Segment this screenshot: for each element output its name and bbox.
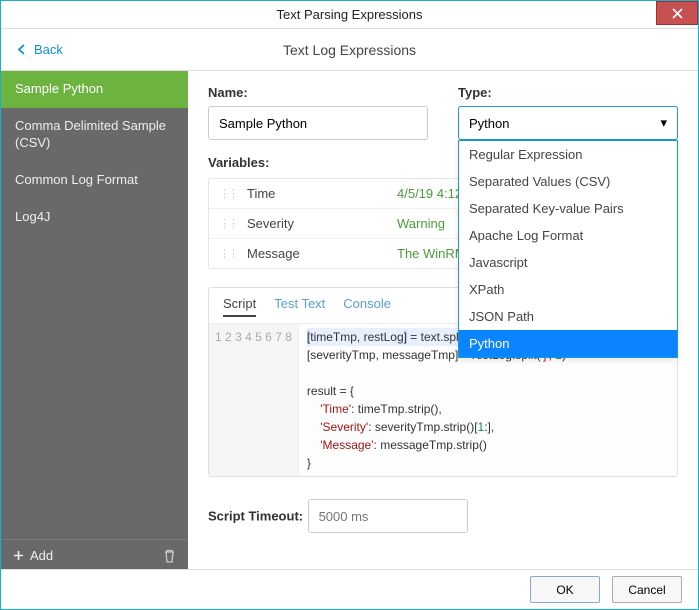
type-option-python[interactable]: Python bbox=[459, 330, 677, 357]
drag-handle-icon[interactable]: ⋮⋮ bbox=[219, 187, 237, 200]
drag-handle-icon[interactable]: ⋮⋮ bbox=[219, 217, 237, 230]
close-button[interactable] bbox=[656, 1, 698, 25]
back-arrow-icon bbox=[17, 44, 28, 55]
back-link[interactable]: Back bbox=[17, 42, 63, 57]
sub-header: Back Text Log Expressions bbox=[1, 29, 698, 71]
name-field-group: Name: bbox=[208, 85, 428, 140]
code-gutter: 1 2 3 4 5 6 7 8 bbox=[209, 324, 299, 476]
tab-console[interactable]: Console bbox=[343, 296, 391, 317]
name-label: Name: bbox=[208, 85, 428, 100]
window-title: Text Parsing Expressions bbox=[277, 7, 423, 22]
body-area: Sample Python Comma Delimited Sample (CS… bbox=[1, 71, 698, 571]
sidebar: Sample Python Comma Delimited Sample (CS… bbox=[1, 71, 188, 571]
tab-test-text[interactable]: Test Text bbox=[274, 296, 325, 317]
add-label: Add bbox=[30, 548, 53, 563]
title-bar: Text Parsing Expressions bbox=[1, 1, 698, 29]
type-option-xpath[interactable]: XPath bbox=[459, 276, 677, 303]
sidebar-footer: Add bbox=[1, 539, 188, 571]
ok-button[interactable]: OK bbox=[530, 576, 600, 603]
name-input[interactable] bbox=[208, 106, 428, 140]
variable-value: Warning bbox=[397, 216, 445, 231]
type-option-csv[interactable]: Separated Values (CSV) bbox=[459, 168, 677, 195]
variable-name: Time bbox=[247, 186, 387, 201]
top-fields-row: Name: Type: Python ▾ Regular Expression … bbox=[208, 85, 678, 140]
variables-label: Variables: bbox=[208, 155, 269, 170]
chevron-down-icon: ▾ bbox=[660, 115, 667, 131]
plus-icon bbox=[13, 550, 24, 561]
type-option-kvp[interactable]: Separated Key-value Pairs bbox=[459, 195, 677, 222]
close-icon bbox=[672, 8, 683, 19]
type-label: Type: bbox=[458, 85, 678, 100]
cancel-button[interactable]: Cancel bbox=[612, 576, 682, 603]
variable-name: Message bbox=[247, 246, 387, 261]
type-selected-value: Python bbox=[469, 116, 509, 131]
back-label: Back bbox=[34, 42, 63, 57]
dialog-footer: OK Cancel bbox=[1, 569, 698, 609]
type-field-group: Type: Python ▾ Regular Expression Separa… bbox=[458, 85, 678, 140]
sidebar-item-log4j[interactable]: Log4J bbox=[1, 199, 188, 236]
type-option-regex[interactable]: Regular Expression bbox=[459, 141, 677, 168]
add-button[interactable]: Add bbox=[13, 548, 163, 563]
script-timeout-input[interactable] bbox=[308, 499, 468, 533]
type-option-apache[interactable]: Apache Log Format bbox=[459, 222, 677, 249]
trash-icon bbox=[163, 549, 176, 563]
type-option-js[interactable]: Javascript bbox=[459, 249, 677, 276]
script-timeout-section: Script Timeout: bbox=[208, 493, 678, 533]
type-option-jsonpath[interactable]: JSON Path bbox=[459, 303, 677, 330]
variable-name: Severity bbox=[247, 216, 387, 231]
dialog-window: Text Parsing Expressions Back Text Log E… bbox=[0, 0, 699, 610]
script-timeout-label: Script Timeout: bbox=[208, 509, 303, 524]
sidebar-item-csv[interactable]: Comma Delimited Sample (CSV) bbox=[1, 108, 188, 162]
tab-script[interactable]: Script bbox=[223, 296, 256, 317]
sidebar-item-common-log[interactable]: Common Log Format bbox=[1, 162, 188, 199]
main-panel: Name: Type: Python ▾ Regular Expression … bbox=[188, 71, 698, 571]
sidebar-item-sample-python[interactable]: Sample Python bbox=[1, 71, 188, 108]
delete-button[interactable] bbox=[163, 549, 176, 563]
drag-handle-icon[interactable]: ⋮⋮ bbox=[219, 247, 237, 260]
type-dropdown: Regular Expression Separated Values (CSV… bbox=[458, 140, 678, 358]
sub-title: Text Log Expressions bbox=[283, 42, 416, 58]
type-select[interactable]: Python ▾ bbox=[458, 106, 678, 140]
